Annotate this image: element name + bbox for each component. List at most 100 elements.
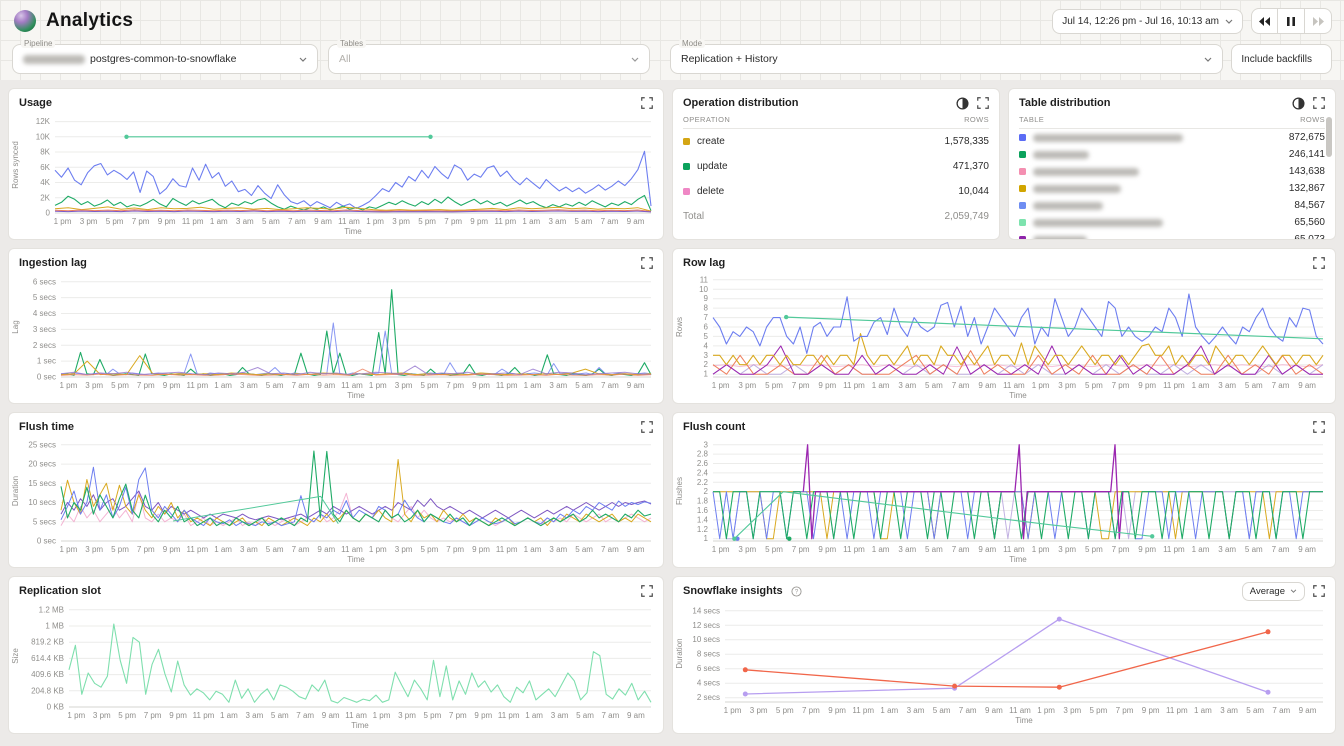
svg-text:11 pm: 11 pm — [496, 381, 518, 390]
svg-text:7 pm: 7 pm — [792, 545, 810, 554]
expand-icon[interactable] — [1313, 585, 1325, 597]
svg-text:5 pm: 5 pm — [421, 545, 439, 554]
svg-text:9 pm: 9 pm — [470, 217, 488, 226]
expand-icon[interactable] — [1313, 257, 1325, 269]
svg-text:5 am: 5 am — [1245, 381, 1263, 390]
svg-text:10 secs: 10 secs — [692, 635, 720, 644]
row-count: 471,370 — [953, 161, 989, 172]
svg-text:7 pm: 7 pm — [792, 381, 810, 390]
svg-text:5 pm: 5 pm — [1085, 381, 1103, 390]
svg-text:5 am: 5 am — [925, 381, 943, 390]
replication-slot-title: Replication slot — [19, 585, 101, 597]
svg-text:9 pm: 9 pm — [163, 545, 181, 554]
pipeline-select[interactable]: Pipeline postgres-common-to-snowflake — [12, 44, 318, 74]
total-value: 2,059,749 — [945, 211, 990, 222]
svg-text:7: 7 — [704, 313, 709, 322]
svg-text:7 am: 7 am — [601, 545, 619, 554]
svg-text:5 secs: 5 secs — [33, 293, 56, 302]
pie-chart-icon[interactable] — [1292, 97, 1305, 110]
svg-text:11 pm: 11 pm — [843, 381, 865, 390]
svg-text:0 KB: 0 KB — [47, 703, 64, 712]
snowflake-insights-title: Snowflake insights — [683, 585, 783, 597]
svg-text:1 am: 1 am — [1194, 706, 1212, 715]
tables-select[interactable]: Tables All — [328, 44, 650, 74]
svg-text:12 secs: 12 secs — [692, 621, 720, 630]
svg-text:1 am: 1 am — [1192, 381, 1210, 390]
help-icon[interactable]: ? — [791, 586, 802, 597]
table-row: 872,675 — [1019, 129, 1325, 146]
expand-icon[interactable] — [641, 97, 653, 109]
expand-icon[interactable] — [1313, 421, 1325, 433]
svg-text:8: 8 — [704, 304, 709, 313]
mode-select-label: Mode — [679, 39, 705, 48]
flush-count-title: Flush count — [683, 421, 745, 433]
svg-text:3: 3 — [704, 351, 709, 360]
tables-select-label: Tables — [337, 39, 366, 48]
svg-text:9 pm: 9 pm — [158, 217, 176, 226]
pause-button[interactable] — [1278, 8, 1305, 34]
svg-text:7 pm: 7 pm — [1112, 381, 1130, 390]
svg-text:5 pm: 5 pm — [776, 706, 794, 715]
expand-icon[interactable] — [641, 421, 653, 433]
svg-text:7 am: 7 am — [1272, 381, 1290, 390]
table-row: create1,578,335 — [683, 129, 989, 154]
operation-label: create — [697, 136, 725, 147]
svg-text:9 am: 9 am — [627, 217, 645, 226]
svg-text:11 pm: 11 pm — [1163, 381, 1185, 390]
svg-text:Lag: Lag — [11, 320, 20, 333]
svg-text:Time: Time — [1009, 391, 1027, 400]
svg-text:2K: 2K — [40, 193, 50, 202]
expand-icon[interactable] — [1313, 97, 1325, 109]
svg-text:1.4: 1.4 — [697, 515, 709, 524]
svg-text:11 pm: 11 pm — [186, 381, 208, 390]
svg-text:5 am: 5 am — [1246, 706, 1264, 715]
svg-text:5 pm: 5 pm — [765, 545, 783, 554]
svg-text:7 am: 7 am — [602, 711, 620, 720]
row-count: 84,567 — [1294, 200, 1325, 211]
scrollbar[interactable] — [1326, 117, 1332, 157]
redacted-table-name — [1033, 185, 1121, 193]
expand-icon[interactable] — [641, 257, 653, 269]
aggregation-select[interactable]: Average — [1242, 582, 1305, 601]
svg-text:5 pm: 5 pm — [418, 217, 436, 226]
svg-text:11 pm: 11 pm — [193, 711, 215, 720]
svg-text:1 am: 1 am — [214, 545, 232, 554]
svg-text:1.2 MB: 1.2 MB — [39, 605, 64, 614]
svg-text:Time: Time — [347, 391, 365, 400]
svg-text:7 am: 7 am — [292, 545, 310, 554]
mode-select[interactable]: Mode Replication + History — [670, 44, 1223, 74]
chevron-down-icon — [1225, 19, 1233, 24]
svg-text:6 secs: 6 secs — [697, 664, 720, 673]
svg-text:1: 1 — [704, 534, 709, 543]
svg-text:9 am: 9 am — [985, 706, 1003, 715]
rewind-button[interactable] — [1251, 8, 1278, 34]
svg-text:1 am: 1 am — [525, 711, 543, 720]
svg-text:1 pm: 1 pm — [54, 217, 72, 226]
svg-text:1 am: 1 am — [880, 706, 898, 715]
svg-text:Duration: Duration — [675, 638, 684, 668]
svg-text:9: 9 — [704, 294, 709, 303]
svg-text:1 am: 1 am — [872, 381, 890, 390]
svg-text:7 am: 7 am — [959, 706, 977, 715]
chevron-down-icon — [299, 57, 307, 62]
fast-forward-button[interactable] — [1305, 8, 1332, 34]
flush-time-title: Flush time — [19, 421, 74, 433]
svg-text:9 am: 9 am — [978, 381, 996, 390]
include-backfills-toggle[interactable]: Include backfills — [1231, 44, 1332, 74]
expand-icon[interactable] — [977, 97, 989, 109]
table-row: 132,867 — [1019, 180, 1325, 197]
svg-text:1 pm: 1 pm — [366, 217, 384, 226]
svg-text:1 pm: 1 pm — [67, 711, 85, 720]
table-column-header: TABLE — [1019, 115, 1044, 124]
svg-text:409.6 KB: 409.6 KB — [31, 670, 64, 679]
svg-text:Size: Size — [11, 648, 20, 664]
redacted-table-name — [1033, 168, 1139, 176]
svg-text:11 am: 11 am — [1003, 381, 1025, 390]
date-range-button[interactable]: Jul 14, 12:26 pm - Jul 16, 10:13 am — [1052, 9, 1243, 34]
svg-text:1 MB: 1 MB — [45, 622, 64, 631]
pie-chart-icon[interactable] — [956, 97, 969, 110]
svg-text:9 am: 9 am — [1298, 381, 1316, 390]
svg-text:11 am: 11 am — [338, 217, 360, 226]
expand-icon[interactable] — [641, 585, 653, 597]
ingestion-lag-title: Ingestion lag — [19, 257, 87, 269]
